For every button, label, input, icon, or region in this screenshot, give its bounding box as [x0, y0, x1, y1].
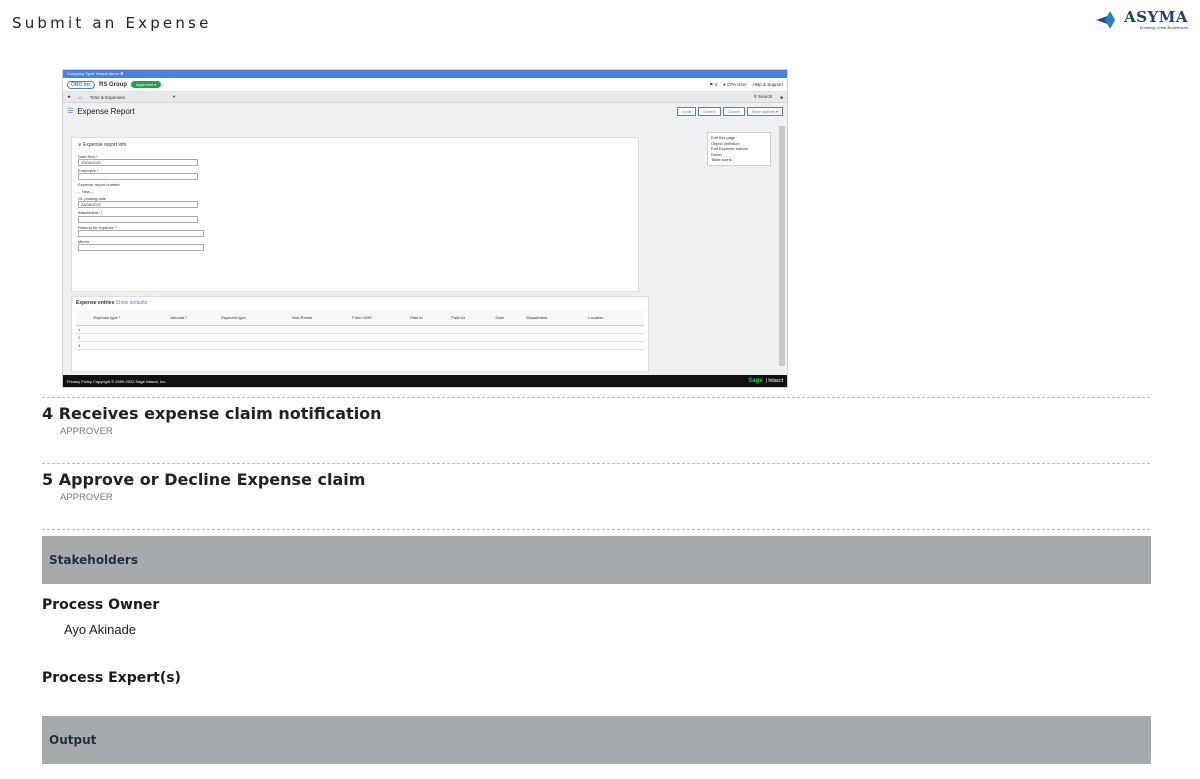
reason-input[interactable]	[78, 230, 204, 237]
home-icon[interactable]: ⌂	[79, 95, 82, 100]
logo-name: ASYMA	[1124, 8, 1188, 26]
date-filed-input[interactable]: 10/06/2021	[78, 159, 198, 166]
column-header: Paid for	[449, 310, 494, 326]
footer: Privacy Policy Copyright © 1999-2022 Sag…	[63, 375, 787, 387]
user-menu[interactable]: ● CPA User	[723, 82, 746, 88]
company-logo: ASYMA Enabling Great Businesses	[1096, 10, 1188, 30]
help-link[interactable]: Help & Support	[752, 82, 783, 88]
field-label: Expense report number	[78, 182, 120, 187]
column-header: Amount *	[168, 310, 220, 326]
stakeholders-header: Stakeholders	[42, 536, 1151, 584]
company-logo-icon[interactable]: OBO Inc	[67, 80, 96, 89]
expense-report-title: Expense Report	[77, 106, 135, 116]
title-bar: ☰ Expense Report Draft Submit Cancel Mor…	[63, 103, 787, 119]
column-header: Non-Reimb	[290, 310, 351, 326]
star-icon[interactable]: ★	[67, 94, 71, 100]
draft-button[interactable]: Draft	[677, 106, 697, 116]
step-title: Approve or Decline Expense claim	[58, 470, 366, 489]
output-header: Output	[42, 716, 1151, 764]
asyma-logo-icon	[1096, 11, 1120, 29]
column-header	[76, 310, 92, 326]
show-defaults-link[interactable]: Show defaults	[116, 300, 147, 306]
entries-title: Expense entries	[76, 300, 115, 306]
column-header: Expense type *	[91, 310, 169, 326]
table-row[interactable]: 2	[76, 333, 644, 342]
demo-banner: Company Type: Intacct demo ✖	[63, 70, 787, 78]
column-header	[633, 310, 644, 326]
section-toggle[interactable]: ∨ Expense report info	[78, 142, 632, 148]
expense-entries-table: Expense type * Amount * Payment type Non…	[76, 310, 644, 350]
column-header: Payment type	[219, 310, 291, 326]
company-name[interactable]: RS Group	[99, 82, 127, 88]
expense-entries-panel: Expense entries Show defaults Expense ty…	[71, 296, 649, 372]
user-area: ⚑ 0 ● CPA User Help & Support	[709, 82, 783, 88]
gl-posting-date-input[interactable]: 28/06/2022	[78, 201, 198, 208]
row-number: 2	[76, 333, 92, 342]
step-5: 5 Approve or Decline Expense claim APPRO…	[42, 470, 365, 503]
column-header: Location	[586, 310, 634, 326]
more-actions-button[interactable]: More actions ▾	[746, 106, 783, 116]
step-title: Receives expense claim notification	[58, 404, 382, 423]
divider	[42, 463, 1150, 464]
step-role: APPROVER	[60, 492, 113, 503]
submit-button[interactable]: Submit	[698, 106, 721, 116]
status-badge[interactable]: Approved ▾	[131, 81, 162, 88]
step-role: APPROVER	[60, 426, 113, 437]
cancel-button[interactable]: Cancel	[722, 106, 745, 116]
divider	[42, 529, 1150, 530]
sage-logo: Sage	[748, 378, 763, 384]
expense-report-screenshot: Company Type: Intacct demo ✖ OBO Inc RS …	[62, 69, 788, 388]
expense-report-info-panel: ∨ Expense report info Date filed * 10/06…	[71, 137, 639, 292]
step-heading: 4 Receives expense claim notification	[42, 404, 382, 423]
intacct-logo: | Intacct	[765, 378, 783, 384]
step-number: 5	[42, 470, 54, 489]
row-number: 1	[76, 325, 92, 334]
process-owner-value: Ayo Akinade	[64, 622, 137, 637]
step-number: 4	[42, 404, 54, 423]
column-header: Paid to	[408, 310, 450, 326]
divider	[42, 397, 1150, 398]
process-owner-label: Process Owner	[42, 597, 160, 613]
nav-bar: ★ ⌂ Time & Expenses ▾ ⚲ Search ■	[63, 92, 787, 103]
more-actions-menu: Edit this page Object definition Edit Ex…	[707, 132, 771, 166]
logo-tagline: Enabling Great Businesses	[1139, 25, 1188, 30]
scrollbar[interactable]	[779, 126, 785, 366]
chevron-down-icon[interactable]: ▾	[173, 94, 175, 100]
notifications-icon[interactable]: ⚑ 0	[709, 82, 717, 88]
menu-item-table-size[interactable]: Table size ▸	[711, 157, 767, 163]
process-experts-label: Process Expert(s)	[42, 670, 181, 686]
brand-bar: OBO Inc RS Group Approved ▾ ⚑ 0 ● CPA Us…	[63, 78, 787, 92]
search-button[interactable]: ⚲ Search	[753, 94, 772, 100]
employee-select[interactable]	[78, 173, 198, 180]
step-4: 4 Receives expense claim notification AP…	[42, 404, 382, 437]
action-buttons: Draft Submit Cancel More actions ▾	[677, 106, 783, 116]
output-title: Output	[49, 733, 97, 747]
table-row[interactable]: 3	[76, 341, 644, 350]
module-menu[interactable]: Time & Expenses	[90, 95, 125, 100]
step-heading: 5 Approve or Decline Expense claim	[42, 470, 365, 489]
column-header: Form 1099	[350, 310, 409, 326]
memo-input[interactable]	[78, 244, 204, 251]
expense-report-number-value: -- New --	[78, 189, 94, 194]
bookmark-icon[interactable]: ■	[780, 95, 783, 100]
attachment-select[interactable]	[78, 216, 198, 223]
page-title: Submit an Expense	[12, 14, 212, 32]
column-header: Date	[493, 310, 525, 326]
stakeholders-title: Stakeholders	[49, 553, 138, 567]
row-number: 3	[76, 341, 92, 350]
entries-header: Expense entries Show defaults	[76, 300, 644, 306]
table-row[interactable]: 1	[76, 325, 644, 334]
menu-icon[interactable]: ☰	[67, 107, 73, 115]
column-header: Department	[524, 310, 587, 326]
footer-copyright: Privacy Policy Copyright © 1999-2022 Sag…	[67, 378, 167, 384]
